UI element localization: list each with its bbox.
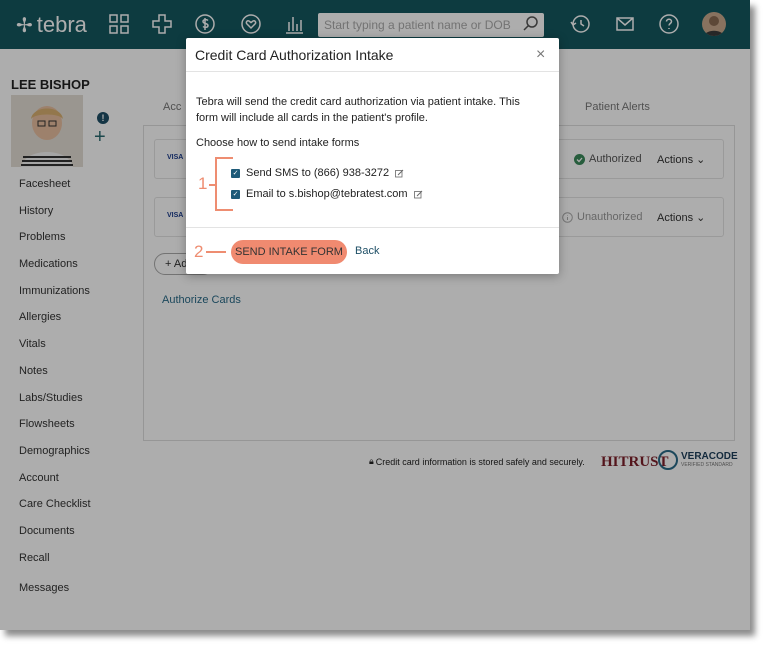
edit-icon[interactable]	[413, 190, 423, 199]
edit-icon[interactable]	[395, 169, 404, 178]
callout-number-1: 1	[198, 174, 208, 193]
email-option[interactable]: ✓ Email to s.bishop@tebratest.com	[231, 188, 423, 200]
sms-label: Send SMS to (866) 938-3272	[246, 167, 390, 179]
send-intake-form-button[interactable]: SEND INTAKE FORM	[231, 240, 347, 264]
modal-title: Credit Card Authorization Intake	[195, 47, 394, 63]
sms-option[interactable]: ✓ Send SMS to (866) 938-3272	[231, 167, 404, 179]
choose-label: Choose how to send intake forms	[196, 137, 360, 149]
modal-divider	[186, 71, 559, 72]
credit-card-authorization-modal: Credit Card Authorization Intake × Tebra…	[186, 38, 559, 274]
modal-divider	[186, 227, 559, 228]
callout-number-2: 2	[194, 242, 204, 261]
callout-dash	[206, 251, 226, 253]
callout-bracket	[215, 157, 233, 211]
email-label: Email to s.bishop@tebratest.com	[246, 188, 408, 200]
close-icon[interactable]: ×	[536, 46, 545, 64]
app-window: ✢ tebra Start typing a patient name or D…	[0, 0, 750, 630]
back-link[interactable]: Back	[355, 245, 379, 257]
modal-description: Tebra will send the credit card authoriz…	[196, 96, 520, 124]
